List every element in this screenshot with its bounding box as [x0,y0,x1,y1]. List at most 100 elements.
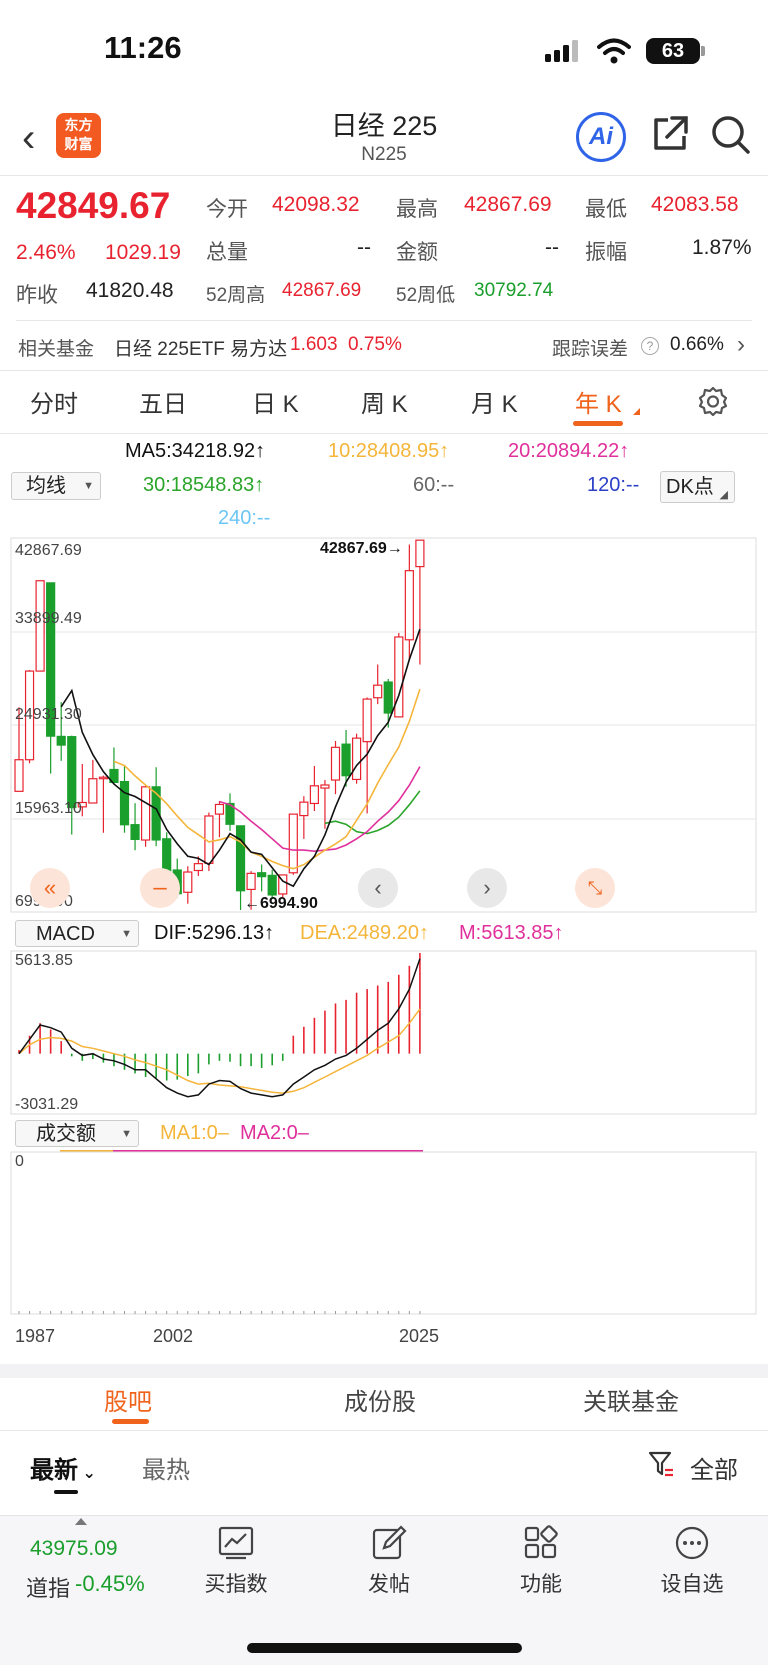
tab-five-day[interactable]: 五日 [139,384,187,419]
ma240-value: 240:-- [218,507,271,529]
tab-constituents[interactable]: 成份股 [344,1382,416,1417]
divider [0,370,768,371]
zoom-out-icon[interactable]: – [140,868,180,908]
kline-chart[interactable] [0,535,768,915]
y-tick: 24931.30 [15,706,82,723]
add-watchlist-button[interactable]: 设自选 [642,1568,742,1598]
macd-chart [10,950,757,1115]
max-price-value: 42867.69 [320,540,387,557]
tab-weekly-k[interactable]: 周 K [361,384,408,419]
w52-high-value: 42867.69 [282,280,362,301]
fund-name: 日经 225ETF 易方达 [114,339,288,360]
chevron-down-icon: ⌄ [78,1465,96,1482]
candle-body [193,863,203,872]
w52-high-label: 52周高 [206,285,266,306]
fund-pct: 0.75% [348,334,402,355]
volume-zero-label: 0 [15,1153,24,1170]
candle-body [299,801,309,817]
chart-trend-icon[interactable] [218,1525,254,1561]
indicator-select[interactable]: 均线 ▼ [11,472,101,500]
change-pct: 2.46% [16,241,76,264]
tab-monthly-k[interactable]: 月 K [471,384,518,419]
rewind-icon[interactable]: « [30,868,70,908]
candle-body [267,874,277,896]
open-value: 42098.32 [272,193,360,216]
more-icon[interactable] [674,1525,710,1561]
filter-all[interactable]: 全部 [690,1450,738,1485]
ticker-expand-icon[interactable] [75,1518,87,1525]
tab-yearly-k[interactable]: 年 K [575,384,622,419]
share-icon[interactable] [650,114,690,154]
current-price: 42849.67 [16,185,171,226]
macd-top-label: 5613.85 [15,952,73,969]
screen: { "status": {"time": "11:26", "battery":… [0,0,768,1665]
x-tick: 2002 [153,1326,194,1346]
amplitude-value: 1.87% [692,236,752,259]
candle-body [141,786,151,841]
ma10-line [113,688,421,870]
divider [0,175,768,176]
filter-hot[interactable]: 最热 [142,1450,190,1485]
help-icon[interactable]: ? [641,337,659,355]
candle-body [394,636,404,718]
home-indicator [247,1643,522,1653]
dk-point-select[interactable]: DK点 ◢ [660,471,735,503]
tab-guba[interactable]: 股吧 [104,1382,152,1417]
high-label: 最高 [396,198,438,221]
divider [16,320,752,321]
candle-body [288,813,298,874]
fullscreen-icon[interactable]: ⤡ [575,868,615,908]
prev-close-value: 41820.48 [86,279,174,302]
tab-intraday[interactable]: 分时 [30,384,78,419]
amplitude-label: 振幅 [585,241,627,264]
chevron-right-icon[interactable]: › [467,868,507,908]
ticker-price: 43975.09 [30,1537,118,1560]
x-tick: 2025 [399,1326,440,1346]
wifi-icon [597,38,631,64]
settings-gear-icon[interactable] [697,385,729,417]
buy-index-button[interactable]: 买指数 [186,1568,286,1598]
divider [0,433,768,434]
active-bottom-tab-indicator [112,1419,149,1424]
post-button[interactable]: 发帖 [339,1568,439,1598]
chevron-left-icon[interactable]: ‹ [358,868,398,908]
ma5-value: MA5:34218.92↑ [125,440,266,462]
dif-line [18,958,421,1098]
edit-post-icon[interactable] [371,1525,407,1561]
section-gap [0,1364,768,1378]
tab-related-funds[interactable]: 关联基金 [583,1382,679,1417]
dk-point-label: DK点 [666,476,714,498]
candle-body [415,539,425,568]
volume-select[interactable]: 成交额 ▼ [15,1120,139,1147]
vol-ma1-value: MA1:0– [160,1122,229,1144]
macd-bottom-label: -3031.29 [15,1096,79,1113]
ma20-value: 20:20894.22↑ [508,440,630,462]
macd-select[interactable]: MACD ▼ [15,920,139,947]
candle-body [341,743,351,777]
volume-select-label: 成交额 [36,1123,96,1145]
ai-button[interactable]: Ai [576,112,626,162]
prev-close-label: 昨收 [16,284,58,307]
candle-body [214,803,225,815]
candle-body [309,785,319,805]
volume-frame [10,1151,757,1315]
candle-body [352,737,362,781]
ticker-name: 道指 [26,1576,71,1601]
search-icon[interactable] [710,114,752,156]
chevron-right-icon: › [737,331,745,358]
macd-select-label: MACD [36,923,95,945]
high-value: 42867.69 [464,193,552,216]
battery-indicator: 63 [646,38,700,64]
indicator-select-label: 均线 [26,475,66,497]
filter-icon[interactable] [647,1450,675,1478]
filter-latest[interactable]: 最新 ⌄ [30,1450,96,1485]
x-tick: 1987 [15,1326,56,1346]
functions-button[interactable]: 功能 [491,1568,591,1598]
candle-body [119,780,130,826]
candle-body [88,778,98,804]
tab-daily-k[interactable]: 日 K [252,384,299,419]
chevron-down-icon: ▼ [83,480,94,492]
candle-body [320,784,330,789]
y-tick: 42867.69 [15,542,82,559]
apps-icon[interactable] [523,1525,559,1561]
